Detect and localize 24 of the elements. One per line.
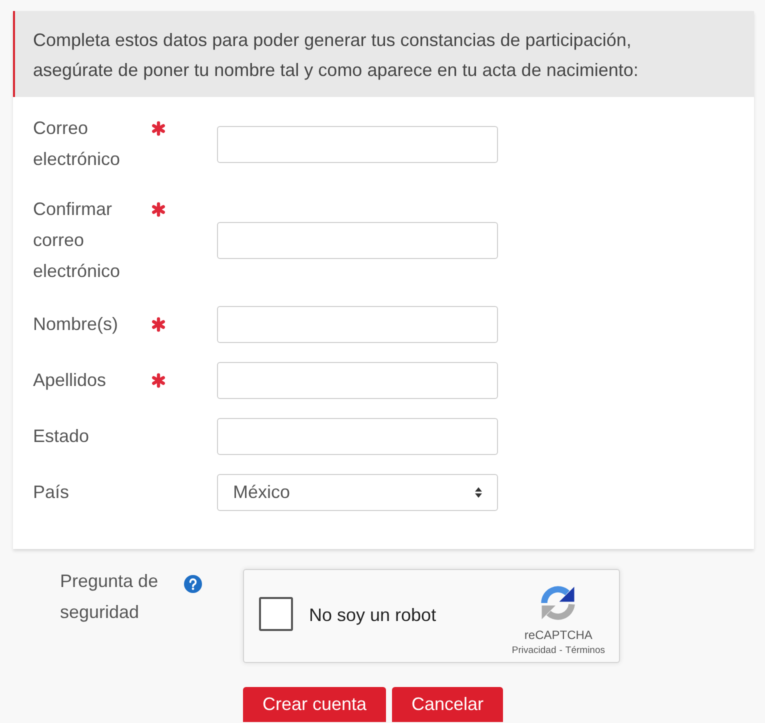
checkbox-label: No soy un robot — [309, 604, 436, 626]
up-down-caret-icon — [475, 487, 482, 498]
field-label: Confirmar correo electrónico — [33, 198, 122, 283]
field-label: Pregunta de seguridad — [60, 570, 160, 624]
cancel-button[interactable]: Cancelar — [392, 687, 503, 722]
select-field[interactable]: México — [217, 474, 498, 511]
text-field[interactable] — [217, 126, 498, 162]
text-field[interactable] — [217, 362, 498, 399]
separator-text: - — [559, 645, 562, 657]
notice-text: Completa estos datos para poder generar tus constancias de participación, asegúrate de poner tu nombre tal y como aparece en tu acta de nacimiento: — [33, 29, 640, 82]
terms-link[interactable]: Términos — [565, 645, 605, 657]
field-label: País — [33, 481, 70, 504]
text-field[interactable] — [217, 306, 498, 343]
checkbox[interactable] — [259, 597, 293, 631]
help-icon[interactable] — [184, 575, 202, 593]
text-field[interactable] — [217, 418, 498, 455]
brand-text: reCAPTCHA — [524, 628, 592, 642]
field-label: Apellidos — [33, 369, 108, 392]
text-field[interactable] — [217, 222, 498, 259]
field-label: Correo electrónico — [33, 117, 122, 171]
privacy-link[interactable]: Privacidad — [512, 645, 556, 657]
create-account-button[interactable]: Crear cuenta — [243, 687, 386, 722]
field-label: Nombre(s) — [33, 313, 120, 336]
field-label: Estado — [33, 425, 90, 448]
